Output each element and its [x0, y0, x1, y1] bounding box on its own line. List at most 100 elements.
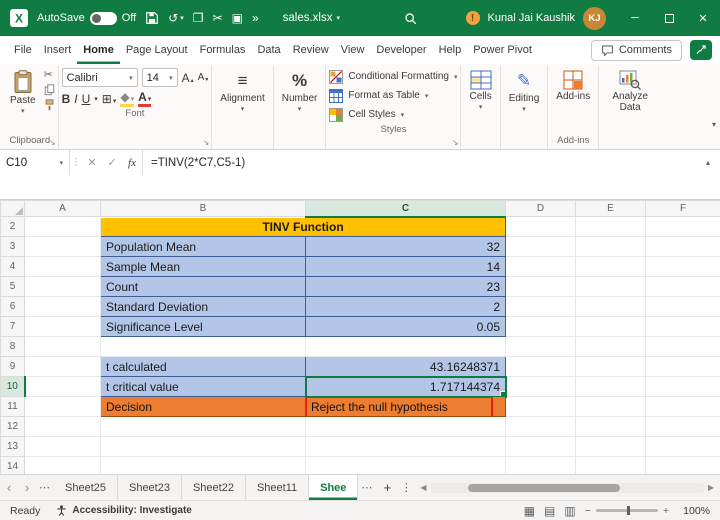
cell-D12[interactable]	[506, 417, 576, 437]
cell-D9[interactable]	[506, 357, 576, 377]
row-header-13[interactable]: 13	[1, 437, 25, 457]
menu-tab-data[interactable]: Data	[251, 36, 286, 64]
cell-D13[interactable]	[506, 437, 576, 457]
row-header-2[interactable]: 2	[1, 217, 25, 237]
cell-E9[interactable]	[576, 357, 646, 377]
cell-E14[interactable]	[576, 457, 646, 475]
cell-A14[interactable]	[25, 457, 101, 475]
cell-A5[interactable]	[25, 277, 101, 297]
cell-F10[interactable]	[646, 377, 720, 397]
underline-button[interactable]: U	[82, 93, 91, 105]
zoom-slider[interactable]	[596, 509, 658, 512]
sheet-tab-sheet22[interactable]: Sheet22	[182, 475, 246, 500]
column-header-b[interactable]: B	[101, 201, 306, 217]
cell-D14[interactable]	[506, 457, 576, 475]
cell-F2[interactable]	[646, 217, 720, 237]
cell-E7[interactable]	[576, 317, 646, 337]
cell-C9[interactable]: 43.16248371	[306, 357, 506, 377]
cell-C12[interactable]	[306, 417, 506, 437]
column-header-e[interactable]: E	[576, 201, 646, 217]
row-header-11[interactable]: 11	[1, 397, 25, 417]
paste-button[interactable]: Paste ▾	[5, 68, 41, 117]
cell-C7[interactable]: 0.05	[306, 317, 506, 337]
cell-A9[interactable]	[25, 357, 101, 377]
cell-A8[interactable]	[25, 337, 101, 357]
cell-C8[interactable]	[306, 337, 506, 357]
autosave-switch[interactable]	[90, 12, 117, 25]
cell-A10[interactable]	[25, 377, 101, 397]
analyze-data-button[interactable]: Analyze Data	[602, 68, 658, 115]
cell-C10-selected[interactable]: 1.717144374	[306, 377, 506, 397]
row-header-5[interactable]: 5	[1, 277, 25, 297]
sheet-more-right-icon[interactable]: ⋯	[358, 481, 376, 494]
formula-input[interactable]: =TINV(2*C7,C5-1)	[142, 150, 696, 175]
cell-D8[interactable]	[506, 337, 576, 357]
cell-C3[interactable]: 32	[306, 237, 506, 257]
user-name[interactable]: Kunal Jai Kaushik	[488, 12, 575, 24]
cell-B5[interactable]: Count	[101, 277, 306, 297]
cell-D3[interactable]	[506, 237, 576, 257]
zoom-in-icon[interactable]: +	[663, 505, 669, 517]
menu-tab-developer[interactable]: Developer	[370, 36, 432, 64]
cancel-button[interactable]: ✕	[82, 150, 102, 175]
menu-tab-view[interactable]: View	[335, 36, 371, 64]
sheet-nav-left-icon[interactable]: ‹	[0, 480, 18, 495]
cell-E6[interactable]	[576, 297, 646, 317]
font-dialog-launcher-icon[interactable]: ↘	[203, 139, 210, 147]
cell-D6[interactable]	[506, 297, 576, 317]
cell-A3[interactable]	[25, 237, 101, 257]
autosave-toggle[interactable]: AutoSave Off	[37, 12, 136, 25]
row-header-3[interactable]: 3	[1, 237, 25, 257]
sheet-tab-active[interactable]: Shee	[309, 475, 358, 500]
cell-A12[interactable]	[25, 417, 101, 437]
page-break-view-icon[interactable]: ▥	[564, 505, 575, 517]
select-all-button[interactable]	[1, 201, 25, 217]
menu-tab-home[interactable]: Home	[77, 36, 120, 64]
cut-button[interactable]: ✂	[44, 70, 55, 81]
cell-A6[interactable]	[25, 297, 101, 317]
clipboard-dialog-launcher-icon[interactable]: ↘	[49, 139, 56, 147]
row-header-14[interactable]: 14	[1, 457, 25, 475]
cell-F6[interactable]	[646, 297, 720, 317]
cell-D11[interactable]	[506, 397, 576, 417]
cell-C11-highlighted[interactable]: Reject the null hypothesis	[306, 397, 506, 417]
ribbon-collapse-icon[interactable]: ▾	[712, 120, 716, 129]
cell-C14[interactable]	[306, 457, 506, 475]
number-format-button[interactable]: % Number ▾	[277, 68, 323, 115]
name-box[interactable]: C10 ▾	[0, 150, 70, 175]
document-title[interactable]: sales.xlsx ▾	[283, 12, 340, 24]
row-header-10[interactable]: 10	[1, 377, 25, 397]
column-header-f[interactable]: F	[646, 201, 720, 217]
enter-button[interactable]: ✓	[102, 150, 122, 175]
cell-F14[interactable]	[646, 457, 720, 475]
formula-bar-collapse-icon[interactable]: ▴	[696, 150, 720, 175]
cell-E3[interactable]	[576, 237, 646, 257]
row-header-4[interactable]: 4	[1, 257, 25, 277]
cell-A7[interactable]	[25, 317, 101, 337]
comments-button[interactable]: Comments	[591, 40, 682, 61]
cell-B2-title[interactable]: TINV Function	[101, 217, 506, 237]
share-button[interactable]	[690, 40, 712, 60]
column-header-d[interactable]: D	[506, 201, 576, 217]
borders-button[interactable]: ⊞▾	[102, 93, 117, 105]
cell-A13[interactable]	[25, 437, 101, 457]
scrollbar-track[interactable]	[430, 483, 705, 493]
cell-E12[interactable]	[576, 417, 646, 437]
cell-B9[interactable]: t calculated	[101, 357, 306, 377]
column-header-c[interactable]: C	[306, 201, 506, 217]
conditional-formatting-button[interactable]: Conditional Formatting ▾	[329, 68, 457, 85]
menu-tab-help[interactable]: Help	[433, 36, 468, 64]
accessibility-status[interactable]: Accessibility: Investigate	[56, 505, 192, 516]
save-button[interactable]	[145, 11, 159, 25]
cell-B11[interactable]: Decision	[101, 397, 306, 417]
normal-view-icon[interactable]: ▦	[524, 505, 535, 517]
column-header-a[interactable]: A	[25, 201, 101, 217]
search-button[interactable]	[404, 12, 417, 25]
cell-D10[interactable]	[506, 377, 576, 397]
cell-F4[interactable]	[646, 257, 720, 277]
sheet-tab-sheet11[interactable]: Sheet11	[246, 475, 309, 500]
row-header-8[interactable]: 8	[1, 337, 25, 357]
cell-B6[interactable]: Standard Deviation	[101, 297, 306, 317]
horizontal-scrollbar[interactable]: ◀ ▶	[414, 483, 720, 493]
cell-E5[interactable]	[576, 277, 646, 297]
